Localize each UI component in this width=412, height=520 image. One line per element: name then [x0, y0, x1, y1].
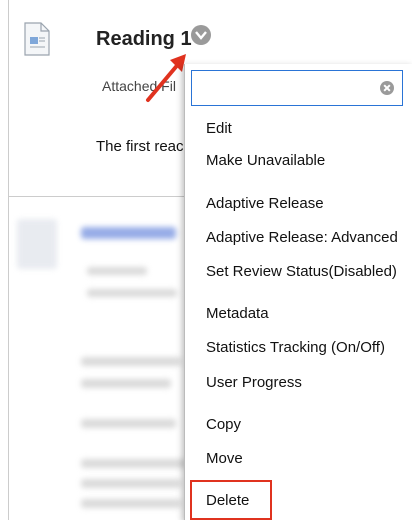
- menu-item-make-unavailable[interactable]: Make Unavailable: [206, 152, 325, 169]
- menu-item-adaptive-release[interactable]: Adaptive Release: [206, 195, 324, 212]
- menu-item-user-progress[interactable]: User Progress: [206, 374, 302, 391]
- menu-item-move[interactable]: Move: [206, 450, 243, 467]
- menu-item-set-review-status[interactable]: Set Review Status(Disabled): [206, 263, 397, 280]
- clear-icon[interactable]: [380, 81, 394, 95]
- blurred-content-item: [9, 197, 189, 520]
- menu-search-input[interactable]: [196, 71, 380, 105]
- menu-item-edit[interactable]: Edit: [206, 120, 232, 137]
- chevron-down-icon[interactable]: [191, 25, 211, 45]
- menu-item-statistics-tracking[interactable]: Statistics Tracking (On/Off): [206, 339, 385, 356]
- context-menu: Edit Make Unavailable Adaptive Release A…: [184, 64, 412, 520]
- menu-item-copy[interactable]: Copy: [206, 416, 241, 433]
- menu-item-metadata[interactable]: Metadata: [206, 305, 269, 322]
- content-item-description: The first reac: [96, 138, 184, 155]
- document-icon: [24, 22, 50, 56]
- menu-item-adaptive-release-advanced[interactable]: Adaptive Release: Advanced: [206, 229, 398, 246]
- menu-search-field[interactable]: [191, 70, 403, 106]
- delete-highlight-box: [190, 480, 272, 520]
